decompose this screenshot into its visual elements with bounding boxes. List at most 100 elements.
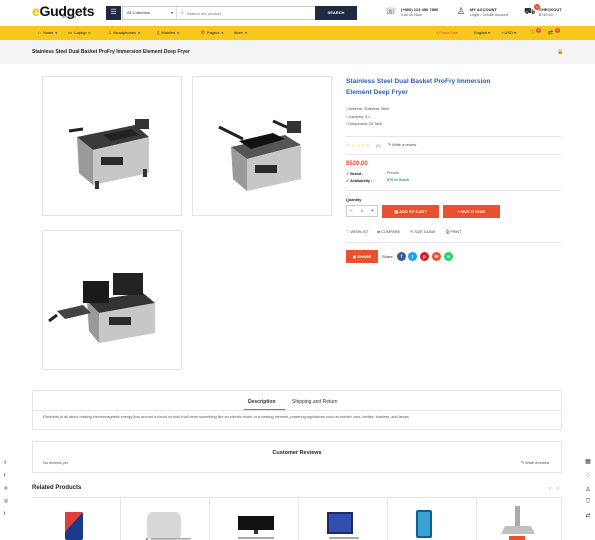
feature-item: Detachable Oil Tank — [346, 121, 389, 129]
add-to-cart-button[interactable]: ▣ ADD TO CART — [382, 205, 439, 218]
instagram-icon[interactable]: ◎ — [4, 498, 8, 504]
whatsapp-icon[interactable]: w — [444, 252, 453, 261]
search-input[interactable] — [187, 8, 307, 18]
divider — [346, 190, 561, 191]
nav-item-more[interactable]: More ▾ — [234, 26, 247, 40]
related-product-card[interactable] — [32, 498, 121, 540]
chevron-down-icon: ▾ — [55, 31, 58, 35]
email-icon[interactable]: ✉ — [432, 252, 441, 261]
mobile-icon: ▯ — [157, 30, 160, 35]
fryer-open-image — [218, 119, 301, 191]
menu-icon[interactable]: ☰ — [106, 6, 121, 20]
nav-item-pagers[interactable]: ✆ Pagers ▾ — [201, 26, 223, 40]
related-product-card[interactable] — [210, 498, 299, 540]
availability-value: 876 In Stock — [387, 178, 410, 182]
language-select[interactable]: English ▾ — [474, 26, 490, 40]
quantity-increase-button[interactable]: + — [368, 206, 377, 216]
quantity-value[interactable]: 1 — [357, 206, 367, 216]
wishlist-heart-icon[interactable]: ♡ — [530, 26, 535, 40]
facebook-icon[interactable]: f — [397, 252, 406, 261]
pinterest-icon[interactable]: p — [420, 252, 429, 261]
customer-reviews: Customer Reviews No reviews yet ✎ Write … — [32, 441, 562, 473]
twitter-icon[interactable]: t — [408, 252, 417, 261]
brand-label: ✓ Brand : — [346, 172, 364, 176]
print-link[interactable]: ⎙ PRINT — [446, 229, 462, 236]
related-product-card[interactable] — [299, 498, 388, 540]
related-product-card[interactable] — [121, 498, 210, 540]
quantity-decrease-button[interactable]: − — [347, 206, 356, 216]
divider — [346, 136, 561, 137]
size-guide-link[interactable]: ✎ SIZE GUIDE — [410, 229, 436, 236]
compare-icon[interactable]: ⇄ — [548, 26, 553, 40]
chevron-right-icon[interactable]: › — [557, 486, 559, 492]
nav-item-mobiles[interactable]: ▯ Mobiles ▾ — [157, 26, 179, 40]
calendar-icon[interactable]: ▦ — [583, 458, 593, 465]
smartphone-image — [416, 510, 432, 538]
related-product-card[interactable] — [388, 498, 477, 540]
heart-icon[interactable]: ♡ — [583, 472, 593, 479]
fryer-image — [68, 119, 149, 189]
search-button[interactable]: SEARCH — [315, 6, 357, 20]
page-title: Stainless Steel Dual Basket ProFry Immer… — [32, 49, 190, 55]
currency-select[interactable]: ▪ USD ▾ — [502, 26, 516, 40]
call-us-label: Call Us Now — [401, 13, 422, 17]
compare-link[interactable]: ⇄ COMPARE — [377, 229, 400, 236]
buy-it-now-button[interactable]: ϟ BUY IT NOW — [443, 205, 500, 218]
feature-item: Capacity: 8 L — [346, 114, 389, 122]
chevron-down-icon: ▾ — [170, 10, 173, 15]
tab-shipping-return[interactable]: Shipping and Return — [292, 399, 338, 405]
reviews-title: Customer Reviews — [272, 450, 322, 456]
nav-item-home[interactable]: ⌂ Home ▾ — [38, 26, 57, 40]
wishlist-link[interactable]: ♡ WISHLIST — [346, 229, 368, 236]
quantity-stepper: − 1 + — [346, 205, 378, 217]
chevron-left-icon[interactable]: ‹ — [549, 486, 551, 492]
write-review-link[interactable]: ✎ Write a review — [521, 460, 549, 465]
flash-sale-link[interactable]: ϟ Flash Sale — [436, 26, 458, 40]
site-header: eGudgets Best Buy ☰ All Collection ▾ ⌕ SE… — [0, 0, 595, 26]
divider — [346, 154, 561, 155]
pager-icon: ✆ — [201, 30, 205, 35]
wishlist-count-badge: 0 — [536, 28, 541, 33]
category-select[interactable]: All Collection ▾ — [127, 7, 177, 19]
checkout-amount: $740.00 — [539, 13, 553, 17]
twitter-icon[interactable]: 𝕥 — [4, 460, 6, 466]
user-icon[interactable]: ♙ — [583, 486, 593, 493]
divider — [33, 410, 561, 411]
chevron-down-icon: ▾ — [177, 31, 180, 35]
checkout-title[interactable]: CHECKOUT — [539, 7, 562, 12]
divider — [346, 242, 561, 243]
account-title[interactable]: MY ACCOUNT — [470, 7, 497, 12]
chevron-down-icon: ▾ — [88, 31, 91, 35]
pinterest-icon[interactable]: ℗ — [4, 486, 8, 492]
description-text: Electricity is all about making electrom… — [43, 415, 410, 419]
laptop-icon: ▭ — [68, 30, 73, 35]
nav-item-laptop[interactable]: ▭ Laptop ▾ — [68, 26, 90, 40]
brand-value[interactable]: Prestio — [387, 171, 399, 175]
product-image-2[interactable] — [192, 76, 332, 216]
facebook-icon[interactable]: f — [4, 473, 5, 479]
account-login-link[interactable]: Login / Create Account — [470, 13, 508, 17]
related-product-card[interactable] — [477, 498, 562, 540]
no-reviews-text: No reviews yet — [43, 461, 68, 465]
compare-count-badge: 0 — [555, 28, 560, 33]
tab-description[interactable]: Description — [248, 399, 276, 405]
tv-image — [238, 516, 274, 539]
bag-icon[interactable]: ⛉ — [583, 499, 593, 506]
rating-stars: ☆☆☆☆☆ — [346, 143, 371, 149]
home-icon: ⌂ — [38, 30, 41, 35]
write-review-link[interactable]: ✎ Write a review — [388, 142, 416, 149]
phone-image — [65, 512, 83, 540]
user-icon[interactable]: ♙ — [457, 6, 465, 17]
phone-number[interactable]: (+800) 123 456 7890 — [401, 7, 438, 12]
compare-icon[interactable]: ⇄ — [583, 512, 593, 519]
product-title: Stainless Steel Dual Basket ProFry Immer… — [346, 78, 491, 96]
product-image-1[interactable] — [42, 76, 182, 216]
speaker-image — [145, 512, 191, 540]
logo-tagline: Best Buy — [62, 15, 77, 19]
nav-item-headphones[interactable]: ♫ Headphones ▾ — [108, 26, 140, 40]
tumblr-icon[interactable]: t — [4, 511, 5, 517]
product-image-3[interactable] — [42, 230, 182, 370]
headset-icon: ☏ — [385, 6, 397, 16]
headphones-icon: ♫ — [108, 30, 112, 35]
share-button[interactable]: ◉ SHARE — [346, 250, 378, 263]
